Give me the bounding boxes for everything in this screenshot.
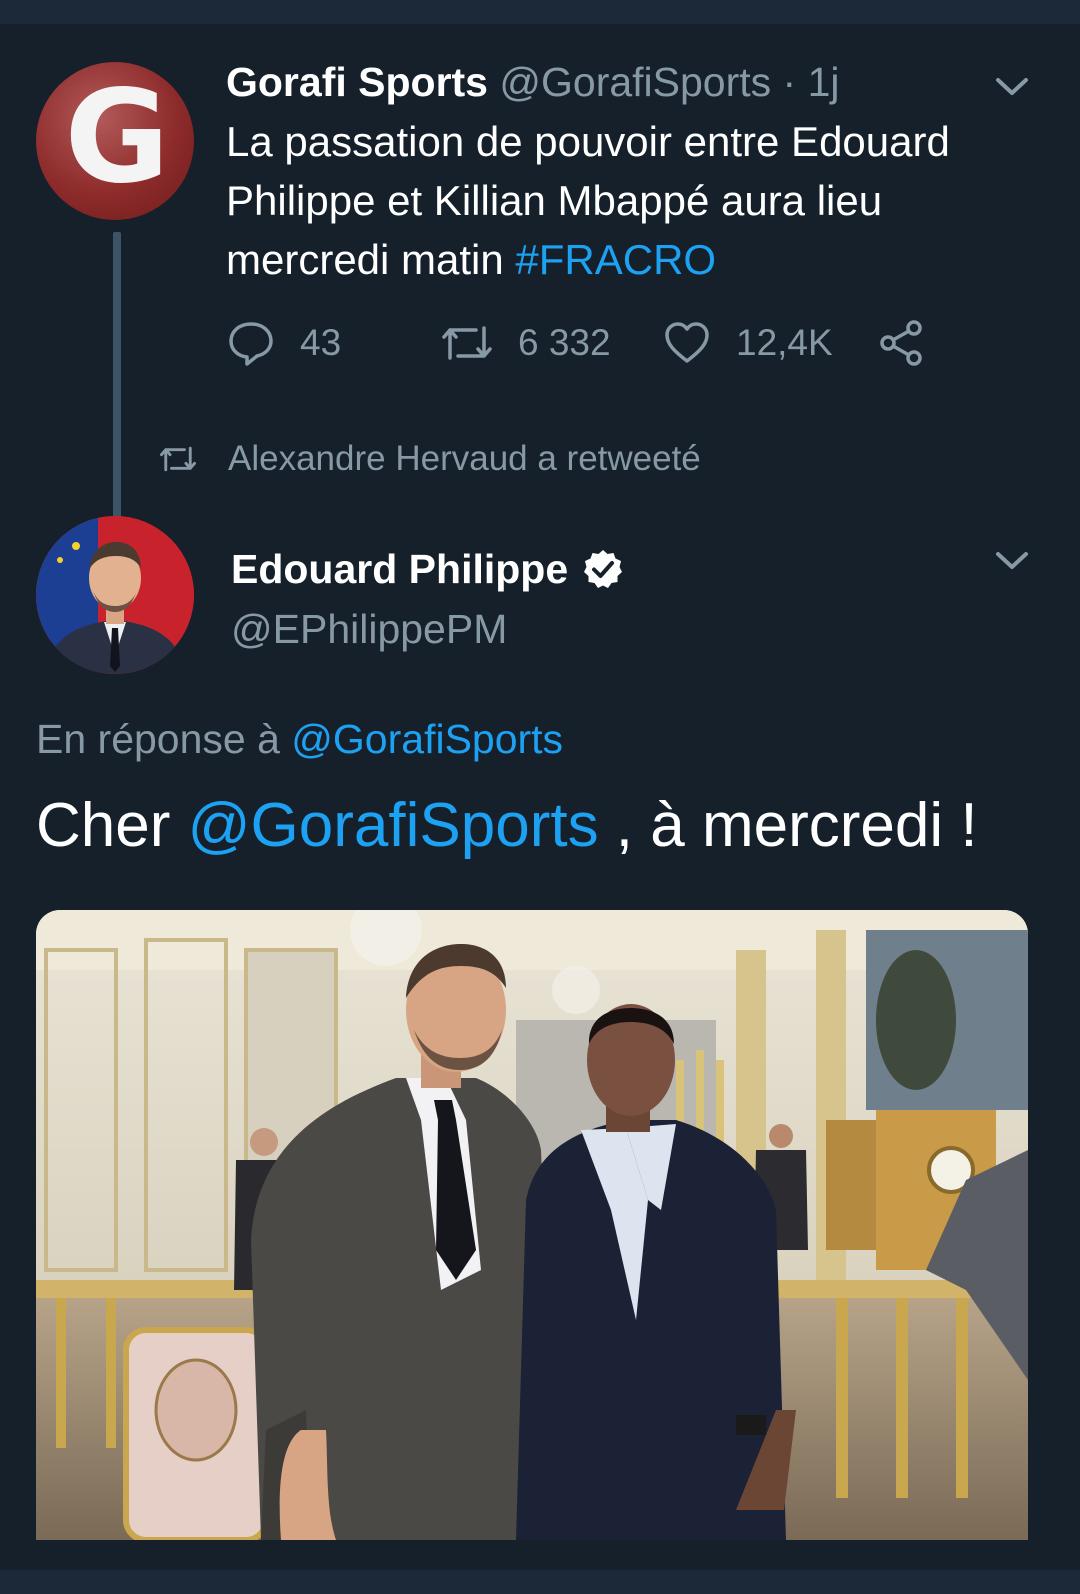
tweet1-header: Gorafi Sports @GorafiSports · 1j xyxy=(226,58,840,106)
retweeted-by-text: Alexandre Hervaud a retweeté xyxy=(228,439,701,478)
portrait-image xyxy=(36,516,194,674)
retweet-icon xyxy=(442,326,492,360)
reply-action[interactable]: 43 xyxy=(226,316,341,370)
retweet-count: 6 332 xyxy=(518,322,611,363)
reply-prefix: En réponse à xyxy=(36,716,292,762)
tweet2-mention-link[interactable]: @GorafiSports xyxy=(188,791,599,860)
heart-icon xyxy=(665,322,709,363)
hashtag-link[interactable]: #FRACRO xyxy=(515,236,716,283)
retweet-action[interactable]: 6 332 xyxy=(440,316,611,370)
chevron-down-icon[interactable] xyxy=(994,74,1030,98)
share-action[interactable] xyxy=(876,316,950,370)
reply-count: 43 xyxy=(300,322,342,363)
tweet2-text: Cher @GorafiSports , à mercredi ! xyxy=(36,790,978,862)
like-count: 12,4K xyxy=(736,322,833,363)
tweet1-text: La passation de pouvoir entre Edouard Ph… xyxy=(226,112,1026,289)
share-icon xyxy=(880,320,922,366)
verified-badge-icon xyxy=(584,550,623,588)
chevron-down-icon[interactable] xyxy=(994,548,1030,572)
tweet2-author-name: Edouard Philippe xyxy=(231,546,569,592)
tweet1-handle-time[interactable]: @GorafiSports · 1j xyxy=(499,59,839,105)
tweet2-author-handle[interactable]: @EPhilippePM xyxy=(231,604,507,654)
tweet2-text-prefix: Cher xyxy=(36,791,188,860)
like-action[interactable]: 12,4K xyxy=(662,316,833,370)
tweet2-photo[interactable] xyxy=(36,910,1028,1540)
thread-connector xyxy=(113,232,121,520)
reply-icon xyxy=(229,322,273,366)
reply-context: En réponse à @GorafiSports xyxy=(36,714,563,764)
retweeted-by-label[interactable]: Alexandre Hervaud a retweeté xyxy=(158,434,701,484)
reply-mention-link[interactable]: @GorafiSports xyxy=(291,716,563,762)
status-bar-edge xyxy=(0,0,1080,24)
tweet2-author-name-row[interactable]: Edouard Philippe xyxy=(231,544,624,594)
attached-photo-image xyxy=(36,910,1028,1540)
tweet1-author-name[interactable]: Gorafi Sports xyxy=(226,59,488,105)
gorafi-avatar[interactable]: G xyxy=(36,62,194,220)
edouard-philippe-avatar[interactable] xyxy=(36,516,194,674)
tweet2-text-suffix: , à mercredi ! xyxy=(598,791,978,860)
retweet-icon xyxy=(160,446,196,472)
navigation-bar-edge xyxy=(0,1570,1080,1594)
tweet1-actions: 43 6 332 12,4K xyxy=(226,316,946,370)
avatar-letter: G xyxy=(64,63,169,212)
